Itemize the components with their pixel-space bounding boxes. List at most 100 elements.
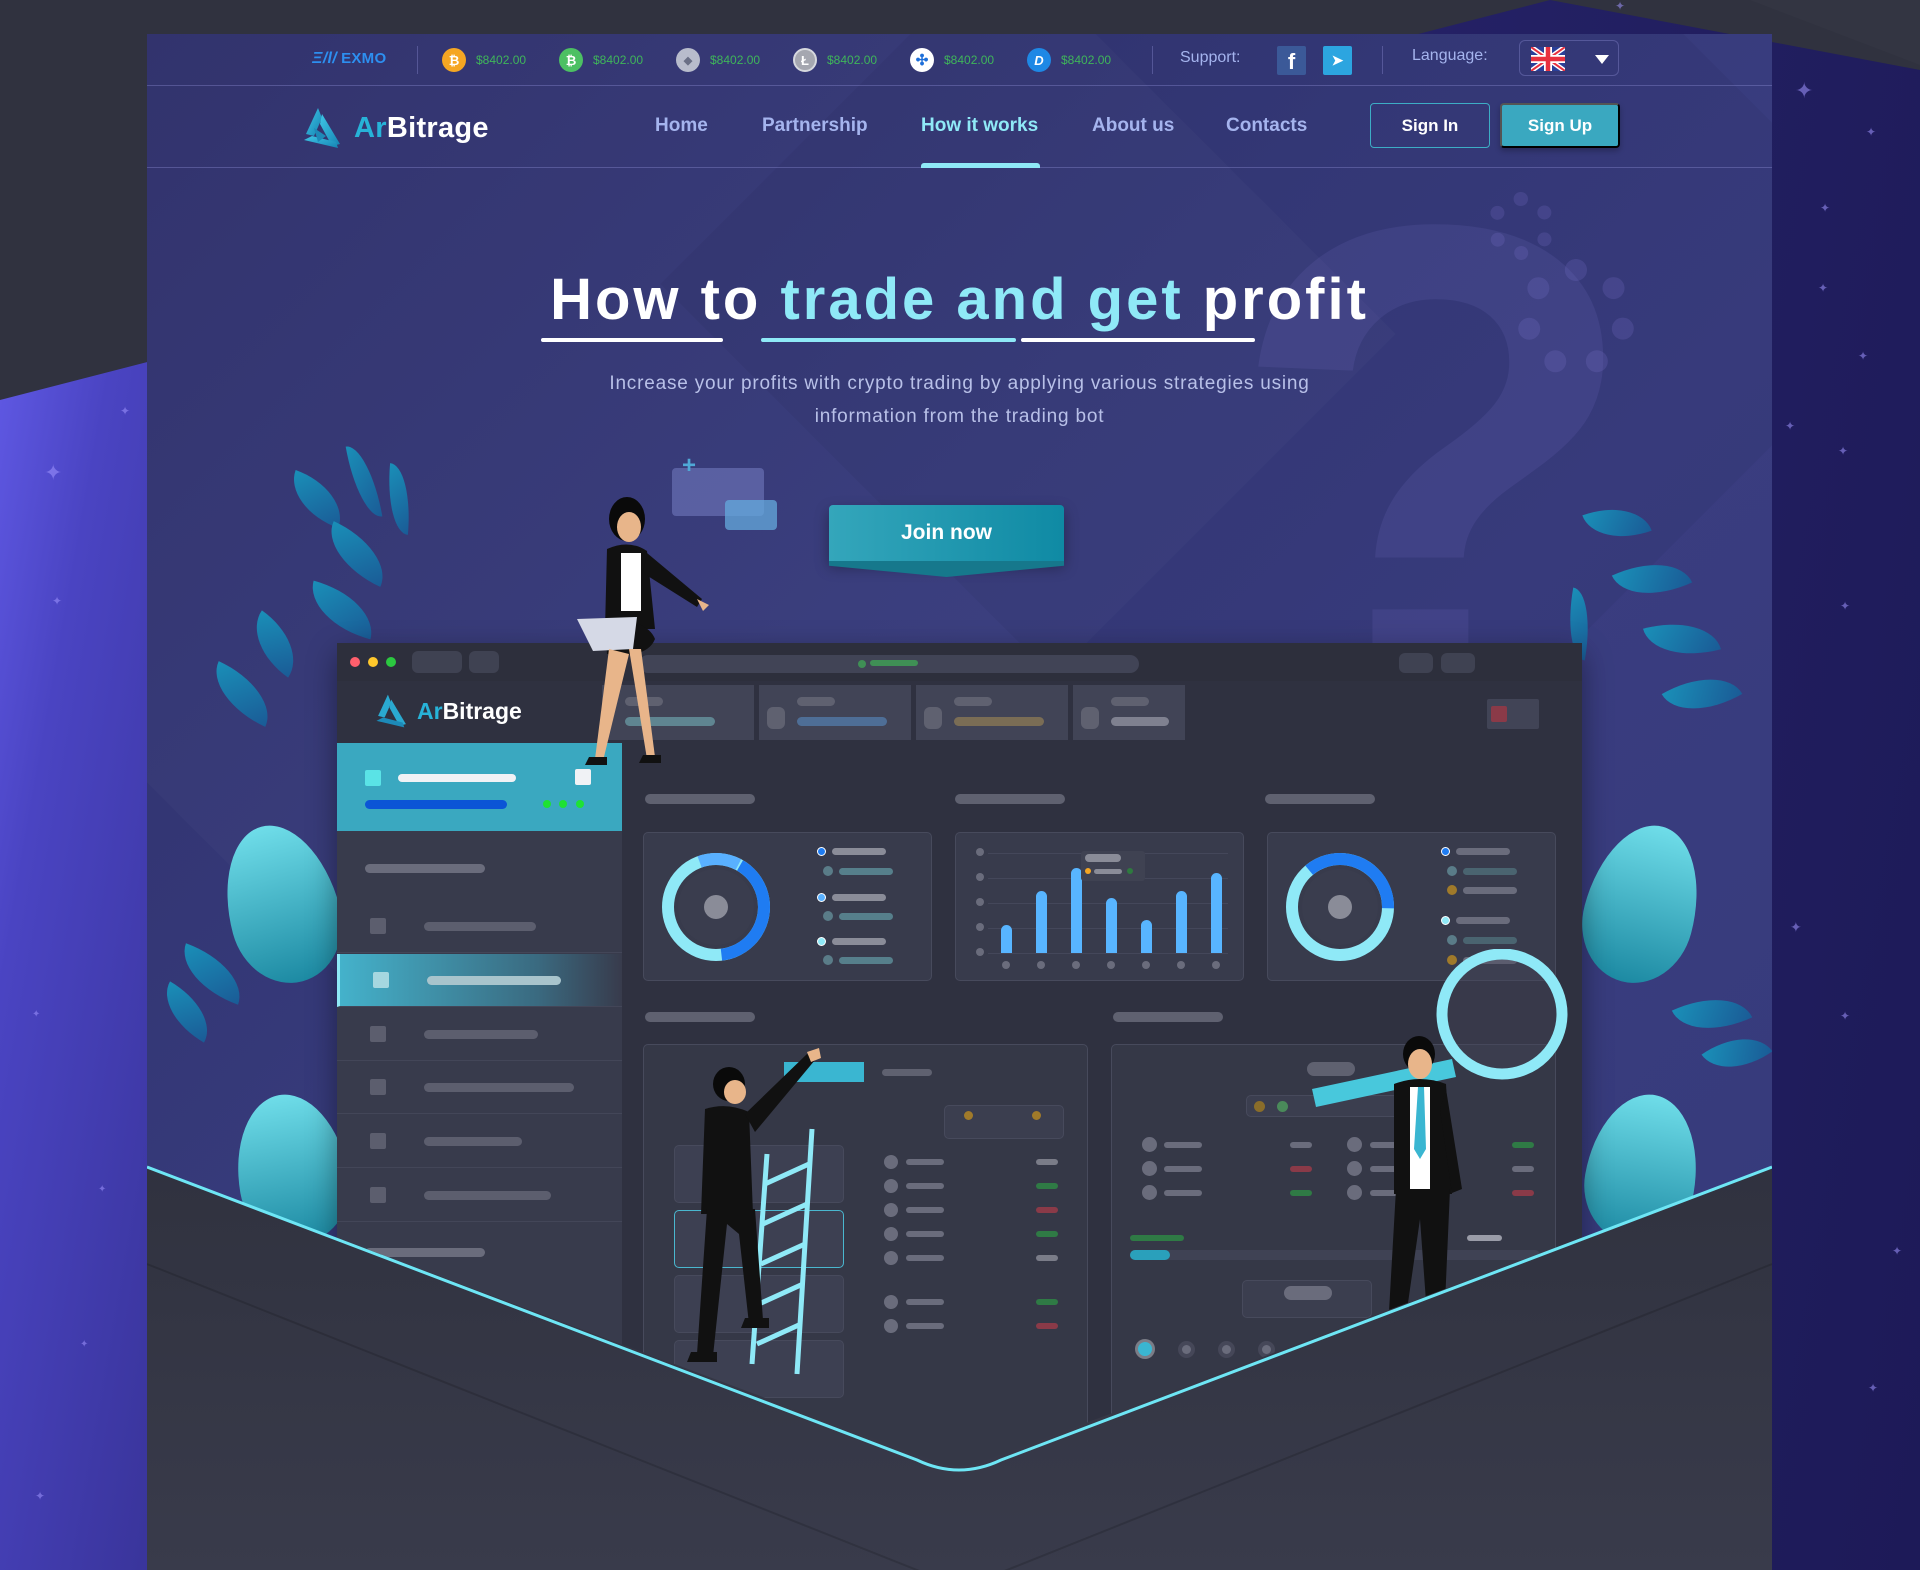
window-close-icon xyxy=(350,657,360,667)
bar-chart-bar xyxy=(1036,891,1047,953)
star-icon: ✦ xyxy=(35,1489,46,1503)
sidebar-item xyxy=(337,900,622,953)
arbitrage-logo-icon xyxy=(300,106,346,150)
star-icon: ✦ xyxy=(1868,1381,1879,1395)
trade-row-icon xyxy=(884,1295,898,1309)
ticker-divider xyxy=(1382,46,1383,74)
step-indicator xyxy=(1222,1345,1231,1354)
hero-title-highlight: trade and get xyxy=(780,267,1184,332)
man-with-magnifier-illustration xyxy=(1312,949,1568,1337)
x-axis-tick xyxy=(1037,961,1045,969)
star-icon: ✦ xyxy=(98,1184,107,1195)
facebook-icon[interactable]: f xyxy=(1277,46,1306,75)
star-icon: ✦ xyxy=(1866,125,1877,139)
star-icon: ✦ xyxy=(1818,281,1829,295)
sidebar-item-active xyxy=(337,954,622,1007)
y-axis-tick xyxy=(976,873,984,881)
ticker-price: $8402.00 xyxy=(944,53,995,67)
price-ticker-bar: Ξ/l/EXMO ₿ $8402.00 ₿ $8402.00 ◆ $8402.0… xyxy=(147,34,1772,86)
trade-row-icon xyxy=(884,1203,898,1217)
star-icon: ✦ xyxy=(1858,349,1869,363)
dashboard-sidebar xyxy=(337,743,622,1543)
title-underline-highlight xyxy=(761,338,1016,342)
x-axis-tick xyxy=(1002,961,1010,969)
man-on-ladder-illustration xyxy=(687,1048,821,1375)
nav-how-it-works[interactable]: How it works xyxy=(921,115,1038,137)
chevron-down-icon xyxy=(1595,55,1609,64)
bar-chart-bar xyxy=(1106,898,1117,953)
window-minimize-icon xyxy=(368,657,378,667)
bar-chart-card xyxy=(955,832,1244,981)
star-icon: ✦ xyxy=(1820,201,1831,215)
telegram-icon[interactable]: ➤ xyxy=(1323,46,1352,75)
step-indicator xyxy=(1262,1345,1271,1354)
ripple-icon: ✣ xyxy=(910,48,934,72)
bar-chart-bar xyxy=(1176,891,1187,953)
uk-flag-icon xyxy=(1531,47,1565,71)
title-underline xyxy=(541,338,723,342)
y-axis-tick xyxy=(976,898,984,906)
star-icon: ✦ xyxy=(1795,78,1814,103)
star-icon: ✦ xyxy=(1840,1009,1851,1023)
x-axis-tick xyxy=(1142,961,1150,969)
star-icon: ✦ xyxy=(44,460,63,485)
language-label: Language: xyxy=(1412,47,1488,64)
active-nav-indicator xyxy=(921,163,1040,168)
step-indicator xyxy=(1182,1345,1191,1354)
ticker-item-dash[interactable]: D $8402.00 xyxy=(1027,48,1111,72)
y-axis-tick xyxy=(976,923,984,931)
litecoin-icon: Ł xyxy=(793,48,817,72)
hero-subtitle: Increase your profits with crypto tradin… xyxy=(609,373,1310,427)
website-frame: Ξ/l/EXMO ₿ $8402.00 ₿ $8402.00 ◆ $8402.0… xyxy=(147,34,1772,1570)
brand-name: ArBitrage xyxy=(354,111,489,144)
ticker-price: $8402.00 xyxy=(476,53,527,67)
chat-bubble-icon xyxy=(725,500,777,530)
support-label: Support: xyxy=(1180,49,1241,66)
ticker-price: $8402.00 xyxy=(710,53,761,67)
star-icon: ✦ xyxy=(80,1339,89,1350)
join-now-button[interactable]: Join now xyxy=(829,505,1064,561)
bitcoin-cash-icon: ₿ xyxy=(559,48,583,72)
arbitrage-logo-icon xyxy=(376,694,406,728)
bar-chart-bar xyxy=(1211,873,1222,953)
donut-chart-right xyxy=(1286,852,1394,961)
bar-chart-bar xyxy=(1141,920,1152,953)
exmo-label: EXMO xyxy=(341,50,387,67)
summary-card xyxy=(916,685,1068,740)
ticker-price: $8402.00 xyxy=(827,53,878,67)
summary-card xyxy=(1073,685,1185,740)
ticker-item-ethereum[interactable]: ◆ $8402.00 xyxy=(676,48,760,72)
star-icon: ✦ xyxy=(1785,419,1796,433)
ticker-item-litecoin[interactable]: Ł $8402.00 xyxy=(793,48,877,72)
trade-row-icon xyxy=(884,1179,898,1193)
nav-home[interactable]: Home xyxy=(655,115,708,137)
star-icon: ✦ xyxy=(1892,1244,1903,1258)
donut-chart-card xyxy=(643,832,932,981)
exmo-link[interactable]: Ξ/l/EXMO xyxy=(312,50,386,68)
star-icon: ✦ xyxy=(1838,444,1849,458)
x-axis-tick xyxy=(1177,961,1185,969)
nav-about-us[interactable]: About us xyxy=(1092,115,1174,137)
brand-logo[interactable]: ArBitrage xyxy=(300,106,489,150)
sidebar-item xyxy=(337,1115,622,1168)
step-indicator xyxy=(1342,1345,1351,1354)
dashboard-logo: ArBitrage xyxy=(373,693,522,729)
ticker-item-ripple[interactable]: ✣ $8402.00 xyxy=(910,48,994,72)
hero-title: How to trade and get profit xyxy=(550,267,1369,332)
dashboard-titlebar xyxy=(337,643,1582,681)
gear-icon xyxy=(1487,192,1555,260)
sidebar-item xyxy=(337,1061,622,1114)
trade-row-icon xyxy=(884,1319,898,1333)
ticker-item-bitcoin[interactable]: ₿ $8402.00 xyxy=(442,48,526,72)
plus-icon: + xyxy=(682,452,697,479)
star-icon: ✦ xyxy=(52,594,63,608)
step-indicator-active xyxy=(1138,1342,1152,1356)
window-maximize-icon xyxy=(386,657,396,667)
sidebar-item xyxy=(337,1008,622,1061)
ticker-item-bitcoin-cash[interactable]: ₿ $8402.00 xyxy=(559,48,643,72)
nav-partnership[interactable]: Partnership xyxy=(762,115,868,137)
bitcoin-icon: ₿ xyxy=(442,48,466,72)
star-icon: ✦ xyxy=(32,1009,41,1020)
exmo-logo-icon: Ξ/l/ xyxy=(312,50,338,67)
language-select[interactable] xyxy=(1519,40,1619,76)
